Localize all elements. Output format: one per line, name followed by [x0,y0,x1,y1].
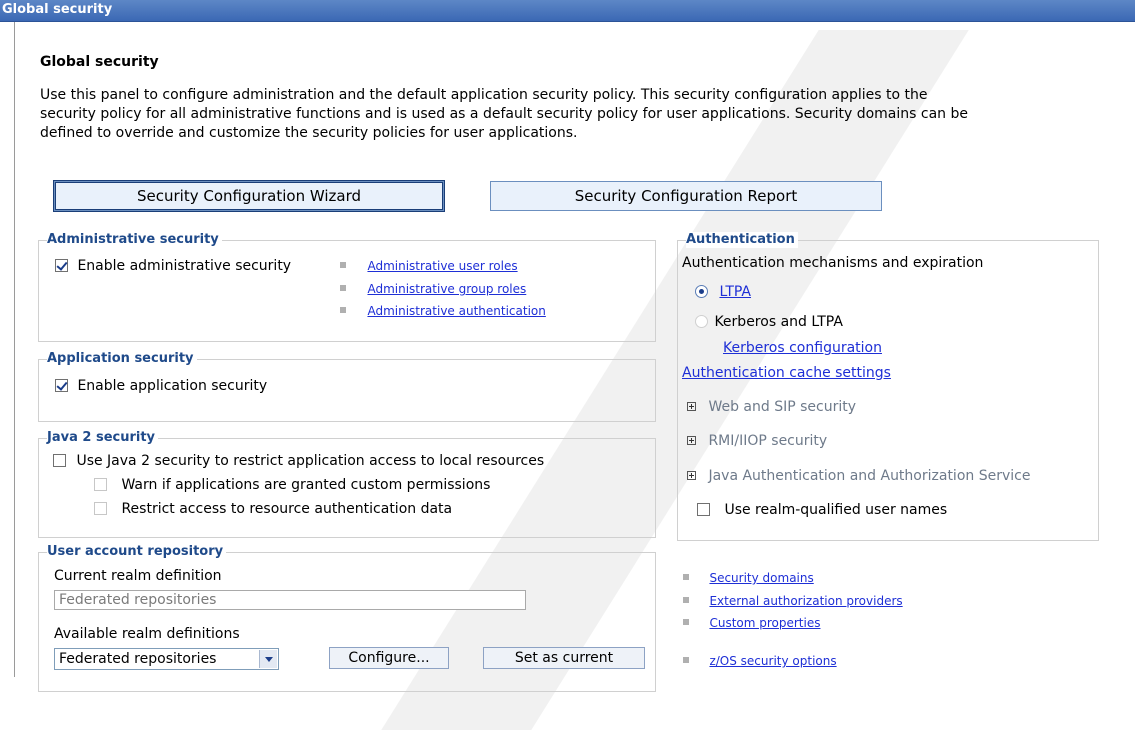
application-security-legend: Application security [47,351,197,367]
bullet-icon [683,657,689,663]
bullet-icon [340,262,346,268]
intro-line-2: security policy for all administrative f… [40,106,968,122]
ltpa-radio[interactable] [695,285,708,298]
kerberos-configuration-link[interactable]: Kerberos configuration [723,340,882,356]
auth-cache-row: Authentication cache settings [682,365,891,381]
auth-mechanisms-label: Authentication mechanisms and expiration [682,255,984,271]
security-domains-link[interactable]: Security domains [709,571,813,585]
right-link-row-3: Custom properties [683,615,820,631]
chevron-down-icon[interactable] [259,650,277,668]
intro-line-3: defined to override and customize the se… [40,125,578,141]
expand-icon[interactable] [687,471,696,480]
administrative-authentication-link[interactable]: Administrative authentication [367,304,545,318]
jaas-label[interactable]: Java Authentication and Authorization Se… [708,468,1030,484]
warn-custom-permissions-label: Warn if applications are granted custom … [121,477,491,493]
admin-link-row-1: Administrative user roles [340,258,518,274]
current-realm-label: Current realm definition [54,568,222,584]
bullet-icon [683,574,689,580]
custom-properties-link[interactable]: Custom properties [709,616,820,630]
user-account-repository-group: User account repository Current realm de… [38,544,656,692]
java2-security-legend: Java 2 security [47,430,159,446]
use-java2-label: Use Java 2 security to restrict applicat… [76,453,545,469]
page-title: Global security [40,54,159,70]
admin-link-row-2: Administrative group roles [340,281,526,297]
warn-custom-permissions-checkbox[interactable] [94,478,107,491]
window-title: Global security [0,0,1135,22]
admin-link-row-3: Administrative authentication [340,303,546,319]
authentication-group: Authentication Authentication mechanisms… [677,232,1099,541]
enable-admin-security-row[interactable]: Enable administrative security [55,258,291,274]
administrative-group-roles-link[interactable]: Administrative group roles [367,282,526,296]
available-realm-label: Available realm definitions [54,626,240,642]
zos-security-options-link[interactable]: z/OS security options [709,654,836,668]
security-configuration-wizard-button[interactable]: Security Configuration Wizard [53,180,445,212]
set-as-current-button[interactable]: Set as current [483,647,645,669]
use-java2-row[interactable]: Use Java 2 security to restrict applicat… [53,453,544,469]
user-account-repository-legend: User account repository [47,544,227,560]
web-sip-row[interactable]: Web and SIP security [687,399,856,415]
right-link-row-4: z/OS security options [683,653,837,669]
jaas-row[interactable]: Java Authentication and Authorization Se… [687,468,1030,484]
enable-admin-security-label: Enable administrative security [77,258,292,274]
rmi-iiop-row[interactable]: RMI/IIOP security [687,433,827,449]
intro-text: Use this panel to configure administrati… [40,86,1135,143]
bullet-icon [340,307,346,313]
realm-qualified-row[interactable]: Use realm-qualified user names [697,502,947,518]
realm-qualified-checkbox[interactable] [697,503,710,516]
ltpa-link[interactable]: LTPA [719,284,751,300]
right-link-row-1: Security domains [683,570,814,586]
restrict-auth-data-checkbox[interactable] [94,502,107,515]
administrative-security-group: Administrative security Enable administr… [38,232,656,342]
authentication-cache-settings-link[interactable]: Authentication cache settings [682,365,891,381]
warn-custom-permissions-row[interactable]: Warn if applications are granted custom … [94,477,490,493]
kerberos-radio-row[interactable]: Kerberos and LTPA [695,314,843,330]
use-java2-checkbox[interactable] [53,454,66,467]
administrative-user-roles-link[interactable]: Administrative user roles [367,259,517,273]
realm-qualified-label: Use realm-qualified user names [724,502,948,518]
left-divider [14,22,15,677]
right-link-row-2: External authorization providers [683,593,903,609]
administrative-security-legend: Administrative security [47,232,222,248]
bullet-icon [683,597,689,603]
kerberos-config-row: Kerberos configuration [723,340,882,356]
expand-icon[interactable] [687,402,696,411]
security-configuration-report-button[interactable]: Security Configuration Report [490,181,882,211]
java2-security-group: Java 2 security Use Java 2 security to r… [38,430,656,538]
bullet-icon [340,285,346,291]
bullet-icon [683,619,689,625]
configure-button[interactable]: Configure... [329,647,449,669]
kerberos-radio[interactable] [695,315,708,328]
ltpa-radio-row[interactable]: LTPA [695,284,751,300]
available-realm-select[interactable]: Federated repositories [54,648,279,670]
enable-app-security-label: Enable application security [77,378,268,394]
external-authorization-providers-link[interactable]: External authorization providers [709,594,902,608]
restrict-auth-data-label: Restrict access to resource authenticati… [121,501,453,517]
expand-icon[interactable] [687,436,696,445]
web-sip-security-label[interactable]: Web and SIP security [708,399,856,415]
intro-line-1: Use this panel to configure administrati… [40,87,928,103]
current-realm-field: Federated repositories [54,590,526,610]
enable-admin-security-checkbox[interactable] [55,259,68,272]
enable-app-security-checkbox[interactable] [55,379,68,392]
application-security-group: Application security Enable application … [38,351,656,422]
kerberos-label: Kerberos and LTPA [714,314,843,330]
rmi-iiop-security-label[interactable]: RMI/IIOP security [708,433,827,449]
available-realm-selected: Federated repositories [59,651,217,667]
authentication-legend: Authentication [686,232,798,248]
restrict-auth-data-row[interactable]: Restrict access to resource authenticati… [94,501,452,517]
enable-app-security-row[interactable]: Enable application security [55,378,267,394]
